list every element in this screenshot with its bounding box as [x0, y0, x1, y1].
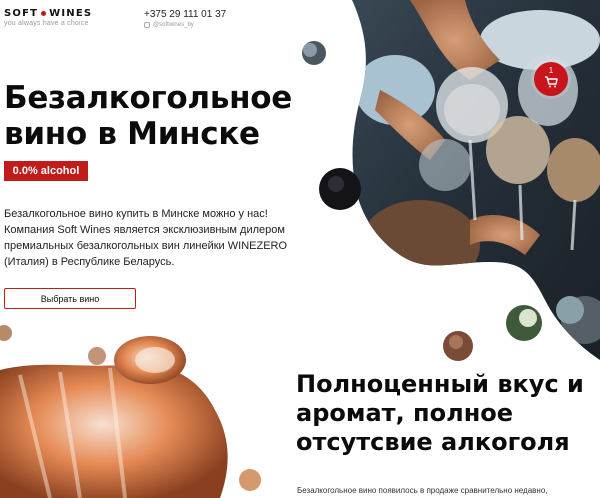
logo-wordmark: SOFT WINES — [4, 8, 92, 19]
instagram-handle: @softwines_by — [153, 22, 194, 28]
section-title: Полноценный вкус и аромат, полное отсутс… — [296, 370, 584, 456]
instagram-link[interactable]: @softwines_by — [144, 22, 194, 28]
shopping-cart-icon — [545, 76, 558, 88]
alcohol-badge: 0.0% alcohol — [4, 161, 88, 181]
cart-button[interactable]: 1 — [534, 62, 568, 96]
logo[interactable]: SOFT WINES you always have a choice — [4, 8, 92, 27]
logo-brand-right: WINES — [49, 8, 93, 19]
section-text: Безалкогольное вино появилось в продаже … — [297, 486, 548, 495]
choose-wine-button[interactable]: Выбрать вино — [4, 288, 136, 309]
page-title: Безалкогольное вино в Минске — [4, 80, 292, 152]
logo-dot-icon — [41, 11, 47, 16]
logo-brand-left: SOFT — [4, 8, 39, 19]
instagram-icon — [144, 22, 150, 28]
cart-count-badge: 1 — [548, 66, 554, 75]
phone-link[interactable]: +375 29 111 01 37 — [144, 9, 226, 20]
hero-description: Безалкогольное вино купить в Минске можн… — [4, 208, 288, 268]
logo-tagline: you always have a choice — [4, 20, 89, 27]
